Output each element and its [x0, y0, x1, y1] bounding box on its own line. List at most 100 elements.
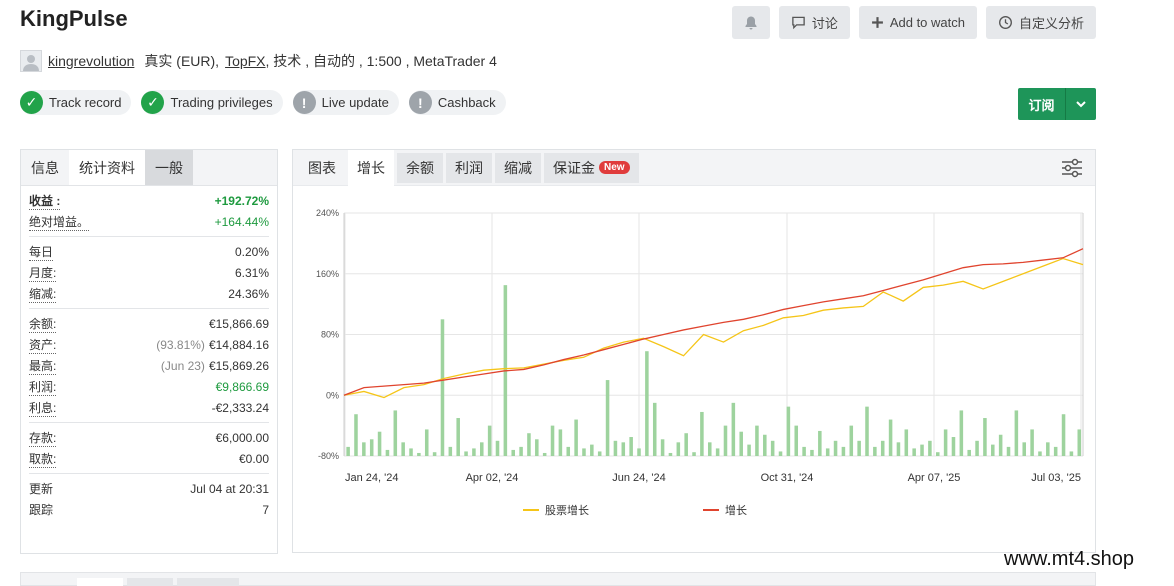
avatar[interactable]: [20, 50, 42, 72]
stat-row-daily: 每日 0.20%: [29, 241, 269, 262]
stat-label[interactable]: 绝对增益。: [29, 213, 90, 231]
bar: [739, 431, 743, 456]
stat-label[interactable]: 资产:: [29, 336, 57, 354]
bar: [904, 429, 909, 456]
add-to-watch-button[interactable]: Add to watch: [858, 6, 977, 39]
bottom-tab[interactable]: [177, 578, 239, 586]
bar: [747, 444, 751, 456]
bar: [731, 402, 736, 456]
stat-label: 更新: [29, 482, 54, 496]
stats-panel: 信息 统计资料 一般 收益 : +192.72% 绝对增益。 +164.44% …: [20, 149, 278, 554]
stat-row-drawdown: 缩减: 24.36%: [29, 283, 269, 304]
bar: [621, 442, 626, 456]
x-tick-label: Oct 31, '24: [761, 472, 814, 484]
bar: [495, 440, 500, 456]
bar: [613, 440, 618, 456]
bar: [377, 431, 382, 456]
bar: [354, 414, 358, 456]
tab-chart[interactable]: 图表: [299, 153, 345, 183]
bar: [487, 425, 492, 456]
watch-label: Add to watch: [889, 15, 965, 30]
bar: [1030, 429, 1034, 456]
stat-label[interactable]: 取款:: [29, 450, 57, 468]
bar: [833, 440, 838, 456]
tab-statistics[interactable]: 统计资料: [69, 150, 145, 185]
tab-margin-label: 保证金: [553, 159, 595, 176]
subscribe-dropdown[interactable]: [1066, 88, 1096, 120]
bar: [1046, 442, 1050, 456]
stat-row-updated: 更新 Jul 04 at 20:31: [29, 478, 269, 499]
x-tick-label: Apr 02, '24: [466, 472, 519, 484]
bar: [1006, 446, 1011, 456]
stat-label[interactable]: 月度:: [29, 264, 57, 282]
stat-label[interactable]: 利息:: [29, 399, 57, 417]
stat-label[interactable]: 利润:: [29, 378, 57, 396]
bar: [511, 449, 515, 456]
badge-cashback[interactable]: ! Cashback: [408, 90, 506, 115]
bar: [684, 433, 688, 456]
bottom-tab[interactable]: [127, 578, 173, 586]
bar: [1022, 442, 1027, 456]
check-icon: ✓: [141, 91, 165, 114]
badge-trading-privileges[interactable]: ✓ Trading privileges: [141, 90, 283, 115]
owner-link[interactable]: kingrevolution: [48, 53, 134, 69]
bar: [888, 419, 893, 456]
stat-row-deposits: 存款: €6,000.00: [29, 427, 269, 448]
stat-label[interactable]: 每日: [29, 243, 54, 261]
stat-label[interactable]: 最高:: [29, 357, 57, 375]
bar: [542, 452, 547, 456]
y-tick-label: 0%: [326, 390, 339, 400]
tab-profit[interactable]: 利润: [446, 152, 492, 183]
bar: [770, 440, 775, 456]
stat-label[interactable]: 余额:: [29, 315, 57, 333]
stat-row-equity: 资产: (93.81%) €14,884.16: [29, 334, 269, 355]
bar: [825, 448, 830, 456]
stat-value: 24.36%: [228, 286, 269, 301]
bar: [385, 449, 390, 456]
tab-drawdown[interactable]: 缩减: [495, 152, 541, 183]
x-tick-label: Jan 24, '24: [345, 472, 398, 484]
chart-settings-button[interactable]: [1061, 158, 1083, 183]
bar: [574, 419, 578, 456]
bar: [975, 440, 979, 456]
bar: [424, 429, 429, 456]
tab-growth[interactable]: 增长: [348, 149, 394, 186]
bar: [723, 425, 728, 456]
badge-track-record[interactable]: ✓ Track record: [20, 90, 132, 115]
tab-info[interactable]: 信息: [21, 150, 69, 185]
subscribe-label: 订阅: [1018, 88, 1066, 120]
badge-live-update[interactable]: ! Live update: [292, 90, 399, 115]
legend-equity-growth[interactable]: 股票增长: [523, 502, 589, 518]
exclamation-icon: !: [408, 91, 432, 114]
bar: [637, 448, 641, 456]
stat-row-gain: 收益 : +192.72%: [29, 190, 269, 211]
discuss-button[interactable]: 讨论: [778, 6, 850, 39]
stat-value: €15,869.26: [208, 358, 269, 373]
stat-label[interactable]: 存款:: [29, 429, 57, 447]
custom-analysis-button[interactable]: 自定义分析: [985, 6, 1096, 39]
tab-general[interactable]: 一般: [145, 150, 193, 185]
stat-label[interactable]: 收益 :: [29, 192, 61, 210]
bar: [998, 434, 1003, 456]
discuss-label: 讨论: [811, 16, 838, 31]
bar: [1053, 446, 1058, 456]
tab-margin[interactable]: 保证金 New: [544, 152, 639, 183]
legend-growth[interactable]: 增长: [703, 502, 747, 518]
notify-button[interactable]: [731, 6, 770, 39]
bar: [393, 410, 398, 456]
stat-row-tracking: 跟踪 7: [29, 499, 269, 520]
bottom-tab[interactable]: [77, 578, 123, 586]
bar: [896, 442, 901, 456]
bar: [676, 442, 681, 456]
stat-label[interactable]: 缩减:: [29, 285, 57, 303]
bar: [802, 446, 806, 456]
subscribe-button[interactable]: 订阅: [1018, 88, 1096, 120]
broker-link[interactable]: TopFX: [225, 53, 265, 69]
bar: [448, 446, 453, 456]
tab-balance[interactable]: 余额: [397, 152, 443, 183]
bar: [369, 439, 374, 456]
bar: [967, 449, 971, 456]
bar: [935, 452, 940, 456]
legend-label: 股票增长: [545, 505, 589, 517]
bar: [959, 410, 964, 456]
